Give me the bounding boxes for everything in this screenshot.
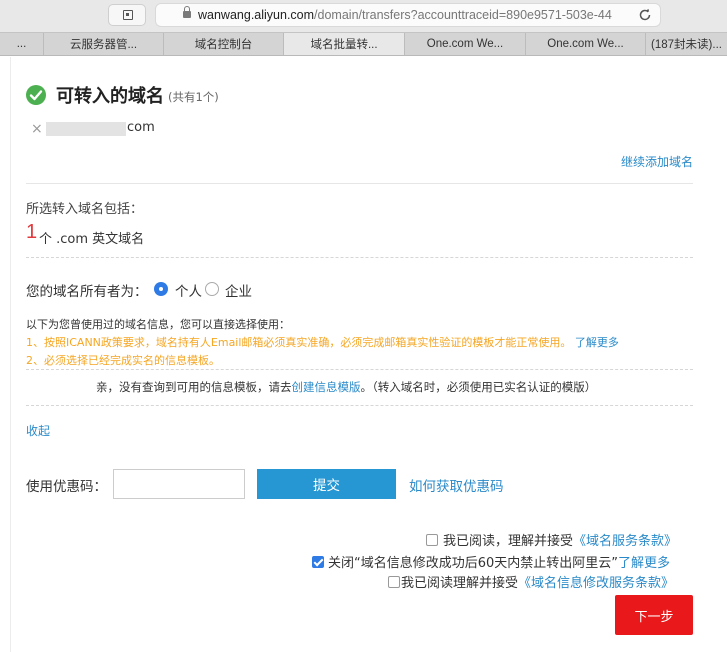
divider (26, 405, 693, 406)
owner-option-personal[interactable]: 个人 (175, 280, 202, 300)
domain-suffix: com (127, 120, 155, 135)
modify-terms-text: 我已阅读理解并接受 (401, 576, 519, 591)
terms-checkbox[interactable] (426, 534, 438, 546)
owner-radio-personal[interactable] (154, 282, 168, 296)
modify-terms-agreement: 我已阅读理解并接受《域名信息修改服务条款》 (401, 572, 674, 591)
owner-radio-company[interactable] (205, 282, 219, 296)
terms-agreement: 我已阅读，理解并接受《域名服务条款》 (443, 530, 677, 549)
collapse-link[interactable]: 收起 (26, 422, 50, 439)
disable-transfer-lock-checkbox[interactable] (312, 556, 324, 568)
info-line-1-text: 1、按照ICANN政策要求，域名持有人Email邮箱必须真实准确，必须完成邮箱真… (26, 336, 572, 349)
included-count: 1 (26, 221, 38, 243)
redacted-domain-name (46, 122, 126, 136)
browser-tab-active[interactable]: 域名批量转... (283, 33, 404, 55)
divider (26, 257, 693, 258)
learn-more-link[interactable]: 了解更多 (575, 336, 619, 349)
page-border (10, 57, 11, 652)
reload-icon[interactable] (638, 8, 652, 22)
url-text: wanwang.aliyun.com/domain/transfers?acco… (198, 8, 612, 22)
remove-domain-icon[interactable]: × (31, 121, 43, 137)
divider (26, 183, 693, 184)
url-host: wanwang.aliyun.com (198, 8, 315, 22)
transfer-lock-text: 关闭“域名信息修改成功后60天内禁止转出阿里云” (328, 556, 619, 571)
included-unit: 个 .com 英文域名 (39, 232, 145, 247)
transfer-lock-agreement: 关闭“域名信息修改成功后60天内禁止转出阿里云”了解更多 (328, 552, 670, 571)
url-path: /domain/transfers?accounttraceid=890e957… (314, 8, 612, 22)
owner-label: 您的域名所有者为： (26, 284, 148, 300)
owner-option-company[interactable]: 企业 (225, 280, 252, 300)
coupon-input[interactable] (113, 469, 245, 499)
tab-strip: ... 云服务器管... 域名控制台 域名批量转... One.com We..… (0, 32, 727, 56)
transfer-lock-learn-more-link[interactable]: 了解更多 (618, 556, 670, 571)
browser-toolbar: wanwang.aliyun.com/domain/transfers?acco… (0, 0, 727, 32)
lock-icon (183, 6, 191, 18)
reader-view-icon (123, 10, 133, 20)
add-domain-link[interactable]: 继续添加域名 (621, 153, 693, 170)
address-bar[interactable]: wanwang.aliyun.com/domain/transfers?acco… (155, 3, 661, 27)
page-title: 可转入的域名 (56, 86, 164, 107)
info-line-2: 2、必须选择已经完成实名的信息模板。 (26, 354, 220, 367)
info-intro: 以下为您曾使用过的域名信息，您可以直接选择使用： (26, 318, 290, 331)
coupon-label: 使用优惠码： (26, 479, 107, 495)
browser-tab[interactable]: 云服务器管... (43, 33, 163, 55)
notice-suffix: 。（转入域名时，必须使用已实名认证的模版） (360, 380, 597, 394)
check-circle-icon (26, 85, 46, 105)
notice-prefix: 亲，没有查询到可用的信息模板，请去 (96, 380, 292, 394)
browser-tab[interactable]: One.com We... (404, 33, 525, 55)
included-label: 所选转入域名包括： (26, 202, 144, 217)
divider (26, 369, 693, 370)
submit-coupon-button[interactable]: 提交 (257, 469, 396, 499)
coupon-help-link[interactable]: 如何获取优惠码 (409, 475, 504, 495)
modify-terms-link[interactable]: 《域名信息修改服务条款》 (518, 576, 674, 591)
reader-view-button[interactable] (108, 4, 146, 26)
page-content: 可转入的域名 (共有1个) × com 继续添加域名 所选转入域名包括： 1 个… (0, 57, 727, 652)
browser-tab[interactable]: ... (0, 33, 43, 55)
create-template-link[interactable]: 创建信息模版 (292, 380, 361, 394)
modify-terms-checkbox[interactable] (388, 576, 400, 588)
info-line-1: 1、按照ICANN政策要求，域名持有人Email邮箱必须真实准确，必须完成邮箱真… (26, 334, 619, 350)
browser-tab[interactable]: One.com We... (525, 33, 645, 55)
next-step-button[interactable]: 下一步 (615, 595, 693, 635)
browser-tab[interactable]: (187封未读)... (645, 33, 727, 55)
title-count: (共有1个) (168, 90, 219, 104)
terms-text: 我已阅读，理解并接受 (443, 534, 574, 549)
browser-tab[interactable]: 域名控制台 (163, 33, 283, 55)
domain-terms-link[interactable]: 《域名服务条款》 (573, 534, 677, 549)
no-template-notice: 亲，没有查询到可用的信息模板，请去创建信息模版。（转入域名时，必须使用已实名认证… (96, 379, 596, 395)
